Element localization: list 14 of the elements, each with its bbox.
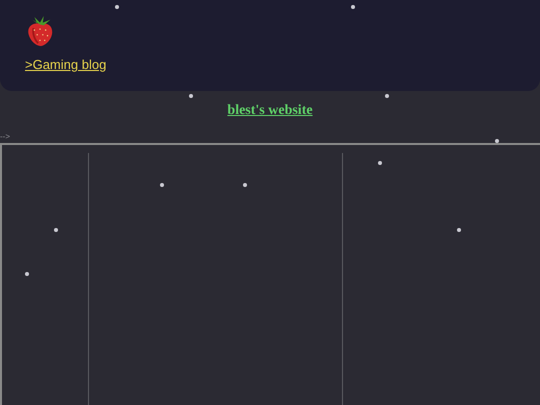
star-dot <box>160 183 164 187</box>
gaming-blog-link[interactable]: >Gaming blog <box>25 57 106 72</box>
star-dot <box>457 228 461 232</box>
star-dot <box>115 5 119 9</box>
star-dot <box>378 161 382 165</box>
star-dot <box>243 183 247 187</box>
star-dot <box>54 228 58 232</box>
site-title-link[interactable]: blest's website <box>227 102 313 132</box>
stray-text: --> <box>0 132 10 141</box>
star-dot <box>25 272 29 276</box>
star-dot <box>189 94 193 98</box>
star-dot <box>495 139 499 143</box>
star-dot <box>351 5 355 9</box>
star-dot <box>385 94 389 98</box>
